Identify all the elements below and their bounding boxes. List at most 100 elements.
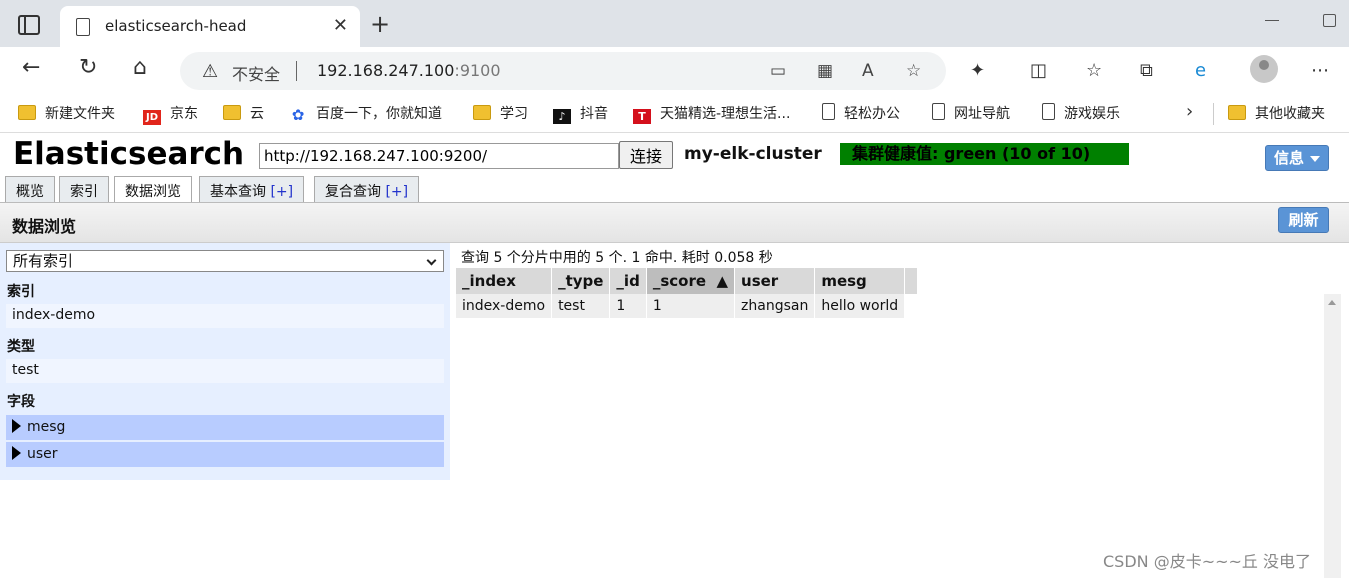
- more-icon[interactable]: ⋯: [1311, 60, 1329, 81]
- cast-icon[interactable]: ▭: [770, 61, 786, 81]
- bookmark-label: 游戏娱乐: [1064, 106, 1120, 122]
- field-item[interactable]: mesg: [6, 415, 444, 440]
- new-tab-button[interactable]: +: [370, 12, 390, 36]
- index-filter-item[interactable]: index-demo: [6, 304, 444, 328]
- table-header-row: _index _type _id _score ▲ user mesg: [456, 268, 919, 294]
- cell-spacer: [904, 294, 919, 318]
- bookmark-label: 天猫精选-理想生活...: [660, 106, 791, 122]
- back-icon[interactable]: ←: [22, 57, 40, 79]
- column-header-user[interactable]: user: [734, 268, 816, 294]
- read-aloud-icon[interactable]: A: [862, 61, 874, 81]
- tab-overview[interactable]: 概览: [5, 176, 55, 202]
- close-icon[interactable]: ✕: [333, 15, 348, 36]
- refresh-button[interactable]: 刷新: [1278, 207, 1329, 233]
- folder-icon: [1228, 105, 1246, 120]
- folder-icon: [473, 105, 491, 120]
- tab-browser[interactable]: 数据浏览: [114, 176, 192, 203]
- page-icon: [932, 103, 945, 120]
- tab-plus[interactable]: [+]: [385, 184, 408, 200]
- edge-icon[interactable]: e: [1195, 60, 1206, 81]
- bookmark-item[interactable]: 网址导航: [932, 103, 1010, 123]
- url-host: 192.168.247.100: [317, 61, 455, 80]
- tab-label: 复合查询: [325, 184, 381, 200]
- caret-down-icon: [1310, 156, 1320, 162]
- maximize-icon[interactable]: [1323, 14, 1336, 27]
- tab-actions-icon[interactable]: [18, 15, 40, 35]
- expand-triangle-icon: [12, 419, 21, 433]
- extensions-icon[interactable]: ✦: [970, 60, 985, 81]
- apps-icon[interactable]: ▦: [817, 61, 833, 81]
- scroll-up-icon[interactable]: [1328, 300, 1336, 305]
- browser-tab-bar: elasticsearch-head ✕ +: [0, 0, 1349, 47]
- bookmark-item[interactable]: JD 京东: [143, 103, 198, 125]
- bookmarks-bar: 新建文件夹 JD 京东 云 ✿ 百度一下，你就知道 学习 ♪ 抖音 T 天猫精选-理想生…: [0, 95, 1349, 133]
- folder-icon: [18, 105, 36, 120]
- security-label[interactable]: 不安全: [232, 61, 280, 85]
- es-head-app: Elasticsearch 连接 my-elk-cluster 集群健康值: g…: [0, 133, 1349, 578]
- other-bookmarks[interactable]: 其他收藏夹: [1228, 103, 1325, 123]
- info-dropdown-button[interactable]: 信息: [1265, 145, 1329, 171]
- cell-index: index-demo: [456, 294, 553, 318]
- expand-triangle-icon: [12, 446, 21, 460]
- bookmark-label: 其他收藏夹: [1255, 106, 1325, 122]
- column-header-id[interactable]: _id: [609, 268, 647, 294]
- add-favorite-icon[interactable]: ☆: [906, 61, 921, 81]
- tab-indices[interactable]: 索引: [59, 176, 109, 202]
- profile-avatar[interactable]: [1250, 55, 1278, 83]
- column-header-type[interactable]: _type: [551, 268, 611, 294]
- watermark: CSDN @皮卡~~~丘 没电了: [1103, 552, 1312, 571]
- bookmark-item[interactable]: ✿ 百度一下，你就知道: [289, 103, 442, 124]
- connect-url-input[interactable]: [259, 143, 619, 169]
- cell-score: 1: [646, 294, 736, 318]
- bookmark-item[interactable]: 游戏娱乐: [1042, 103, 1120, 123]
- split-screen-icon[interactable]: ◫: [1030, 60, 1047, 81]
- address-bar[interactable]: ⚠ 不安全 192.168.247.100:9100 ▭ ▦ A ☆: [180, 52, 946, 90]
- warning-icon[interactable]: ⚠: [202, 61, 218, 82]
- chevron-right-icon[interactable]: ›: [1186, 101, 1193, 122]
- baidu-paw-icon: ✿: [291, 106, 305, 124]
- cell-mesg: hello world: [814, 294, 906, 318]
- tab-title: elasticsearch-head: [105, 17, 247, 35]
- cluster-health-badge: 集群健康值: green (10 of 10): [840, 143, 1129, 165]
- cell-type: test: [551, 294, 611, 318]
- bookmark-label: 京东: [170, 106, 198, 122]
- address-divider: [296, 61, 297, 81]
- bookmark-item[interactable]: 学习: [473, 103, 528, 123]
- index-select[interactable]: 所有索引: [6, 250, 444, 272]
- tiktok-icon: ♪: [553, 109, 571, 124]
- reload-icon[interactable]: ↻: [79, 57, 97, 79]
- field-item[interactable]: user: [6, 442, 444, 467]
- tab-basic-query[interactable]: 基本查询 [+]: [199, 176, 305, 202]
- collections-icon[interactable]: ⧉: [1140, 60, 1153, 81]
- connect-button[interactable]: 连接: [619, 141, 673, 169]
- chevron-down-icon: [426, 255, 437, 266]
- tab-plus[interactable]: [+]: [270, 184, 293, 200]
- column-header-mesg[interactable]: mesg: [814, 268, 906, 294]
- browser-tab[interactable]: elasticsearch-head ✕: [60, 6, 360, 47]
- tab-compound-query[interactable]: 复合查询 [+]: [314, 176, 420, 202]
- index-select-value: 所有索引: [13, 252, 74, 270]
- column-header-index[interactable]: _index: [456, 268, 553, 294]
- type-filter-item[interactable]: test: [6, 359, 444, 383]
- column-header-score[interactable]: _score ▲: [646, 268, 736, 294]
- results-scrollbar[interactable]: [1324, 294, 1341, 578]
- bookmark-item[interactable]: 新建文件夹: [18, 103, 115, 123]
- url-text[interactable]: 192.168.247.100:9100: [317, 61, 501, 80]
- minimize-icon[interactable]: [1265, 20, 1279, 21]
- bookmark-item[interactable]: 云: [223, 103, 264, 123]
- table-row[interactable]: index-demo test 1 1 zhangsan hello world: [456, 294, 919, 318]
- section-header: 数据浏览 刷新: [0, 203, 1349, 243]
- favorites-icon[interactable]: ☆: [1086, 60, 1102, 81]
- bookmark-item[interactable]: T 天猫精选-理想生活...: [633, 103, 790, 124]
- browser-nav-bar: ← ↻ ⌂ ⚠ 不安全 192.168.247.100:9100 ▭ ▦ A ☆…: [0, 47, 1349, 95]
- tab-label: 索引: [70, 184, 98, 200]
- tab-label: 数据浏览: [125, 184, 181, 200]
- home-icon[interactable]: ⌂: [133, 57, 147, 79]
- bookmark-label: 抖音: [580, 106, 608, 122]
- results-table: _index _type _id _score ▲ user mesg inde…: [456, 268, 919, 318]
- bookmark-item[interactable]: ♪ 抖音: [553, 103, 608, 124]
- field-heading: 字段: [7, 394, 35, 410]
- bookmark-label: 网址导航: [954, 106, 1010, 122]
- bookmark-item[interactable]: 轻松办公: [822, 103, 900, 123]
- cluster-name: my-elk-cluster: [684, 144, 822, 164]
